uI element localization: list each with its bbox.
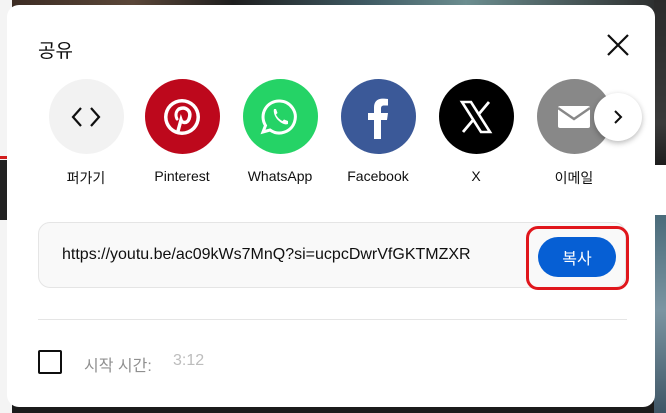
share-targets: 퍼가기 Pinterest WhatsApp Facebook X 이메일 bbox=[43, 79, 643, 199]
share-target-pinterest[interactable]: Pinterest bbox=[137, 79, 227, 184]
background-right-edge bbox=[654, 0, 666, 413]
facebook-icon bbox=[368, 98, 388, 139]
start-at-time[interactable]: 3:12 bbox=[173, 352, 204, 370]
chevron-right-icon bbox=[614, 110, 623, 124]
x-icon bbox=[459, 100, 493, 133]
email-icon bbox=[557, 105, 591, 128]
share-target-facebook[interactable]: Facebook bbox=[333, 79, 423, 184]
pinterest-icon bbox=[164, 98, 200, 135]
share-target-x[interactable]: X bbox=[431, 79, 521, 184]
share-target-whatsapp[interactable]: WhatsApp bbox=[235, 79, 325, 184]
share-target-label: Pinterest bbox=[154, 168, 210, 184]
close-icon bbox=[607, 34, 629, 56]
dialog-title: 공유 bbox=[38, 41, 73, 62]
start-at-checkbox[interactable] bbox=[38, 350, 62, 374]
whatsapp-icon bbox=[260, 98, 297, 134]
share-target-label: WhatsApp bbox=[247, 168, 313, 184]
share-target-label: 퍼가기 bbox=[66, 170, 106, 186]
share-dialog: 공유 퍼가기 Pinterest WhatsApp Facebook X 이메일… bbox=[7, 5, 655, 407]
share-target-label: X bbox=[471, 168, 481, 184]
close-button[interactable] bbox=[602, 29, 634, 61]
start-at-label: 시작 시간: bbox=[84, 358, 152, 375]
share-url-input[interactable]: https://youtu.be/ac09kWs7MnQ?si=ucpcDwrV… bbox=[62, 246, 507, 264]
share-target-label: Facebook bbox=[347, 168, 409, 184]
share-target-label: 이메일 bbox=[554, 170, 594, 186]
divider bbox=[38, 319, 627, 320]
embed-icon bbox=[71, 106, 101, 127]
share-target-embed[interactable]: 퍼가기 bbox=[41, 79, 131, 188]
next-targets-button[interactable] bbox=[594, 93, 642, 141]
copy-button[interactable]: 복사 bbox=[538, 237, 616, 277]
